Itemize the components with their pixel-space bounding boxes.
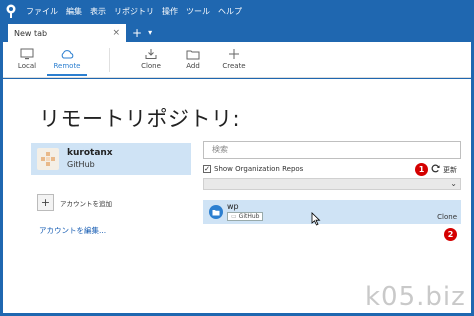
repo-host-tag: ▭ GitHub bbox=[227, 212, 264, 221]
menu-view[interactable]: 表示 bbox=[86, 6, 110, 17]
toolbar: Local Remote Clone Add Create bbox=[3, 42, 471, 78]
mouse-cursor-icon bbox=[311, 211, 321, 230]
add-account-button[interactable]: + アカウントを追加 bbox=[37, 194, 112, 211]
local-label: Local bbox=[17, 62, 37, 70]
account-name: kurotanx bbox=[67, 148, 113, 158]
search-input[interactable]: 検索 bbox=[203, 141, 461, 159]
list-item[interactable]: wp ▭ GitHub Clone bbox=[203, 200, 461, 224]
remote-label: Remote bbox=[53, 62, 81, 70]
clone-link[interactable]: Clone bbox=[437, 213, 457, 221]
filter-dropdown[interactable]: ⌄ bbox=[203, 178, 461, 190]
account-card[interactable]: kurotanx GitHub bbox=[31, 143, 191, 175]
tab-strip: New tab × + ▾ bbox=[0, 22, 474, 42]
plus-icon bbox=[228, 46, 240, 62]
annotation-badge-2: 2 bbox=[444, 228, 457, 241]
menu-repository[interactable]: リポジトリ bbox=[110, 6, 158, 17]
local-button[interactable]: Local bbox=[7, 46, 47, 76]
plus-icon: + bbox=[37, 194, 54, 211]
cloud-icon bbox=[60, 46, 74, 62]
refresh-button[interactable]: 更新 bbox=[431, 164, 457, 175]
account-text: kurotanx GitHub bbox=[67, 148, 113, 170]
menu-actions[interactable]: 操作 bbox=[158, 6, 182, 17]
add-tab-icon[interactable]: + bbox=[132, 24, 142, 42]
folder-icon bbox=[209, 205, 223, 219]
create-button[interactable]: Create bbox=[214, 46, 254, 76]
add-label: Add bbox=[186, 62, 200, 70]
remote-button[interactable]: Remote bbox=[47, 46, 87, 76]
repo-host-label: GitHub bbox=[238, 213, 260, 220]
edit-account-link[interactable]: アカウントを編集... bbox=[39, 225, 106, 236]
tab-new[interactable]: New tab × bbox=[8, 24, 126, 42]
clone-label: Clone bbox=[141, 62, 161, 70]
tab-menu-chevron-icon[interactable]: ▾ bbox=[148, 24, 152, 42]
add-account-label: アカウントを追加 bbox=[60, 199, 112, 208]
menu-bar: ファイル 編集 表示 リポジトリ 操作 ツール ヘルプ bbox=[0, 0, 474, 22]
show-org-repos-checkbox[interactable]: ✓ Show Organization Repos bbox=[203, 165, 303, 173]
menu-file[interactable]: ファイル bbox=[22, 6, 62, 17]
repo-name: wp bbox=[227, 202, 239, 211]
menu-tools[interactable]: ツール bbox=[182, 6, 214, 17]
show-org-repos-label: Show Organization Repos bbox=[214, 165, 304, 173]
refresh-icon bbox=[431, 164, 440, 175]
download-icon bbox=[144, 46, 158, 62]
chevron-down-icon: ⌄ bbox=[450, 179, 457, 188]
folder-icon bbox=[186, 46, 200, 62]
checkbox-checked-icon: ✓ bbox=[203, 165, 211, 173]
main-panel: リモートリポジトリ: kurotanx GitHub + アカウントを追加 アカ… bbox=[3, 79, 471, 313]
close-icon[interactable]: × bbox=[112, 28, 120, 38]
create-label: Create bbox=[222, 62, 246, 70]
tab-label: New tab bbox=[14, 28, 48, 38]
menu-help[interactable]: ヘルプ bbox=[214, 6, 246, 17]
sourcetree-logo-icon bbox=[0, 0, 22, 22]
page-title: リモートリポジトリ: bbox=[39, 107, 241, 131]
toolbar-divider bbox=[109, 48, 110, 72]
menu-edit[interactable]: 編集 bbox=[62, 6, 86, 17]
account-host: GitHub bbox=[67, 160, 95, 169]
monitor-icon bbox=[20, 46, 34, 62]
folder-icon: ▭ bbox=[231, 213, 237, 220]
refresh-label: 更新 bbox=[443, 165, 457, 174]
watermark: k05.biz bbox=[365, 282, 466, 312]
annotation-badge-1: 1 bbox=[415, 163, 428, 176]
clone-button[interactable]: Clone bbox=[131, 46, 171, 76]
avatar bbox=[37, 148, 59, 170]
add-button[interactable]: Add bbox=[173, 46, 213, 76]
